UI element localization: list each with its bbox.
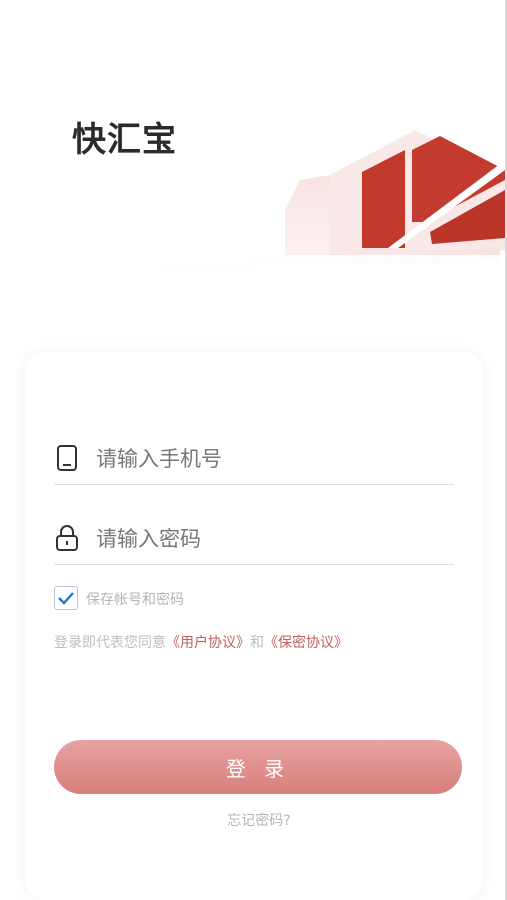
login-button[interactable]: 登 录 [54, 740, 462, 794]
agreement-prefix: 登录即代表您同意 [54, 635, 166, 651]
app-logo: 快汇宝 [72, 120, 177, 160]
password-field [54, 514, 454, 565]
phone-input[interactable] [94, 442, 448, 476]
forgot-password-link[interactable]: 忘记密码? [26, 810, 492, 830]
login-card: 保存帐号和密码 登录即代表您同意《用户协议》和《保密协议》 登 录 忘记密码? [26, 352, 482, 900]
password-input[interactable] [94, 522, 448, 556]
header-banner: 快汇宝 [0, 0, 505, 300]
user-agreement-link[interactable]: 《用户协议》 [166, 635, 250, 651]
phone-icon [57, 445, 77, 471]
agreement-text: 登录即代表您同意《用户协议》和《保密协议》 [54, 632, 348, 652]
privacy-agreement-link[interactable]: 《保密协议》 [264, 635, 348, 651]
remember-checkbox[interactable] [54, 586, 78, 610]
remember-label: 保存帐号和密码 [86, 592, 184, 608]
phone-field [54, 434, 454, 485]
lock-icon [56, 525, 78, 551]
agreement-conjunction: 和 [250, 635, 264, 651]
check-icon [58, 592, 74, 605]
